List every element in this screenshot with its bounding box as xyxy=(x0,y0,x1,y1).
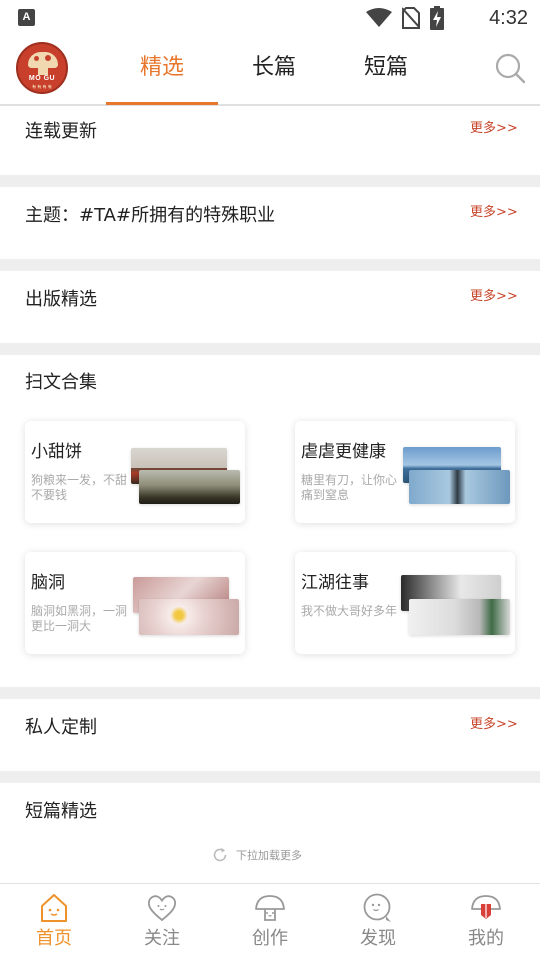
section-title-short: 短篇精选 xyxy=(25,801,97,822)
more-link-theme[interactable]: 更多>> xyxy=(470,204,518,222)
home-icon xyxy=(41,894,67,922)
discover-icon xyxy=(363,893,391,922)
collection-card-angst[interactable]: 虐虐更健康 糖里有刀，让你心痛到窒息 xyxy=(295,421,515,523)
card-thumbnail xyxy=(409,470,510,504)
tab-short[interactable]: 短篇 xyxy=(331,51,441,85)
top-header: MO GU 有 有 有 有 精选 长篇 短篇 xyxy=(0,36,540,106)
load-more-hint: 下拉加载更多 xyxy=(212,846,302,864)
collection-card-sweet[interactable]: 小甜饼 狗粮来一发，不甜不要钱 xyxy=(25,421,245,523)
collection-card-brainhole[interactable]: 脑洞 脑洞如黑洞，一洞更比一洞大 xyxy=(25,552,245,654)
section-title-collections: 扫文合集 xyxy=(25,372,97,393)
clock: 4:32 xyxy=(489,7,528,29)
section-title-theme: 主题：#TA#所拥有的特殊职业 xyxy=(25,205,276,226)
more-link-published[interactable]: 更多>> xyxy=(470,288,518,306)
card-thumbnail xyxy=(409,599,510,635)
nav-label: 创作 xyxy=(252,928,288,949)
section-divider xyxy=(0,771,540,783)
search-icon[interactable] xyxy=(494,52,526,84)
section-title-custom: 私人定制 xyxy=(25,717,97,738)
more-link-custom[interactable]: 更多>> xyxy=(470,716,518,734)
card-title: 脑洞 xyxy=(31,573,65,593)
logo-subtext: 有 有 有 有 xyxy=(32,84,52,89)
bottom-navigation: 首页 关注 创作 发现 我的 xyxy=(0,883,540,960)
load-more-text: 下拉加载更多 xyxy=(236,849,302,862)
section-divider xyxy=(0,175,540,187)
nav-profile[interactable]: 我的 xyxy=(432,884,540,960)
section-divider xyxy=(0,259,540,271)
keyboard-indicator-icon: A xyxy=(18,9,35,26)
collection-card-jianghu[interactable]: 江湖往事 我不做大哥好多年 xyxy=(295,552,515,654)
nav-label: 关注 xyxy=(144,928,180,949)
more-link-serial[interactable]: 更多>> xyxy=(470,120,518,138)
logo-text: MO GU xyxy=(28,75,56,82)
section-title-serial: 连载更新 xyxy=(25,121,97,142)
battery-charging-icon xyxy=(430,6,444,30)
nav-label: 我的 xyxy=(468,928,504,949)
card-description: 糖里有刀，让你心痛到窒息 xyxy=(301,473,398,502)
card-description: 狗粮来一发，不甜不要钱 xyxy=(31,473,128,502)
profile-icon xyxy=(471,895,501,919)
card-thumbnail xyxy=(139,599,239,635)
mushroom-icon xyxy=(255,895,285,921)
section-divider xyxy=(0,343,540,355)
tab-long[interactable]: 长篇 xyxy=(219,51,329,85)
app-logo[interactable]: MO GU 有 有 有 有 xyxy=(16,42,68,94)
nav-follow[interactable]: 关注 xyxy=(108,884,216,960)
card-thumbnail xyxy=(139,470,240,504)
nav-home[interactable]: 首页 xyxy=(0,884,108,960)
wifi-icon xyxy=(366,8,392,27)
nav-create[interactable]: 创作 xyxy=(216,884,324,960)
nav-discover[interactable]: 发现 xyxy=(324,884,432,960)
section-divider xyxy=(0,687,540,699)
no-sim-icon xyxy=(402,7,420,29)
active-tab-indicator xyxy=(106,102,218,105)
nav-label: 首页 xyxy=(36,928,72,949)
card-title: 江湖往事 xyxy=(301,573,369,593)
card-title: 虐虐更健康 xyxy=(301,442,386,462)
heart-icon xyxy=(147,895,177,922)
tab-featured[interactable]: 精选 xyxy=(107,51,217,85)
card-description: 我不做大哥好多年 xyxy=(301,604,398,618)
section-title-published: 出版精选 xyxy=(25,289,97,310)
card-title: 小甜饼 xyxy=(31,442,82,462)
nav-label: 发现 xyxy=(360,928,396,949)
refresh-icon xyxy=(213,848,227,862)
card-description: 脑洞如黑洞，一洞更比一洞大 xyxy=(31,604,128,633)
status-bar: A 4:32 xyxy=(0,0,540,36)
